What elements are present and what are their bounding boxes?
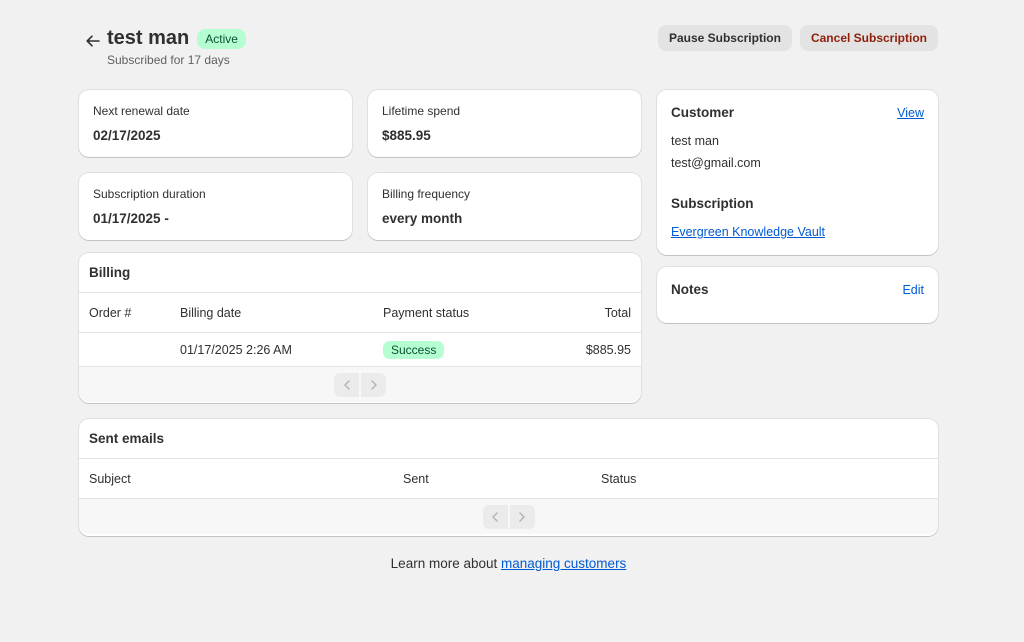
- duration-value: 01/17/2025 -: [93, 211, 169, 226]
- next-renewal-card: Next renewal date 02/17/2025: [79, 90, 352, 157]
- notes-header: Notes Edit: [671, 282, 924, 297]
- next-renewal-value: 02/17/2025: [93, 128, 161, 143]
- sent-emails-table-header: Subject Sent Status: [79, 458, 938, 498]
- notes-card: Notes Edit: [657, 267, 938, 323]
- status-badge: Active: [197, 28, 246, 49]
- duration-label: Subscription duration: [93, 187, 206, 201]
- arrow-left-icon: [86, 35, 100, 47]
- billing-table-header: Order # Billing date Payment status Tota…: [79, 292, 641, 332]
- sent-emails-card: Sent emails Subject Sent Status: [79, 419, 938, 536]
- table-row[interactable]: 01/17/2025 2:26 AM Success $885.95: [79, 332, 641, 366]
- next-page-button[interactable]: [361, 373, 386, 397]
- help-footer: Learn more about managing customers: [79, 556, 938, 571]
- customer-email: test@gmail.com: [671, 156, 761, 170]
- previous-page-button[interactable]: [482, 505, 508, 529]
- next-page-button[interactable]: [509, 505, 535, 529]
- sent-emails-pager: [482, 505, 535, 529]
- subscription-detail-page: test man Active Subscribed for 17 days P…: [79, 24, 938, 571]
- view-customer-link[interactable]: View: [897, 106, 924, 120]
- billing-title: Billing: [89, 265, 131, 280]
- frequency-value: every month: [382, 211, 463, 226]
- customer-name: test man: [671, 134, 719, 148]
- payment-status: Success: [383, 340, 445, 359]
- billing-frequency-card: Billing frequency every month: [368, 173, 641, 240]
- title-row: test man Active: [107, 27, 246, 50]
- column-sent: Sent: [403, 471, 429, 486]
- billing-pagination: [79, 366, 641, 402]
- subscription-title: Subscription: [671, 196, 754, 211]
- payment-status-badge: Success: [383, 340, 445, 359]
- sent-emails-header: Sent emails: [79, 419, 938, 458]
- edit-notes-button[interactable]: Edit: [902, 283, 924, 297]
- notes-title: Notes: [671, 282, 709, 297]
- page-title: test man: [107, 27, 190, 49]
- column-status: Status: [601, 471, 637, 486]
- column-total: Total: [604, 305, 631, 320]
- chevron-right-icon: [519, 512, 525, 522]
- billing-card: Billing Order # Billing date Payment sta…: [79, 253, 641, 403]
- previous-page-button[interactable]: [334, 373, 359, 397]
- footer-text: Learn more about: [390, 556, 501, 571]
- billing-pager: [334, 373, 386, 397]
- sent-emails-pagination: [79, 498, 938, 534]
- column-billing-date: Billing date: [180, 305, 242, 320]
- cancel-subscription-button[interactable]: Cancel Subscription: [799, 25, 938, 51]
- column-payment-status: Payment status: [383, 305, 470, 320]
- customer-card: Customer View test man test@gmail.com Su…: [657, 90, 938, 255]
- billing-header: Billing: [79, 253, 641, 292]
- subscription-product-link[interactable]: Evergreen Knowledge Vault: [671, 225, 825, 239]
- subscription-duration-card: Subscription duration 01/17/2025 -: [79, 173, 352, 240]
- sent-emails-title: Sent emails: [89, 431, 165, 446]
- frequency-label: Billing frequency: [382, 187, 471, 201]
- billing-date: 01/17/2025 2:26 AM: [180, 342, 292, 357]
- order-total: $885.95: [585, 342, 631, 357]
- column-order: Order #: [89, 305, 132, 320]
- header-actions: Pause Subscription Cancel Subscription: [657, 25, 938, 51]
- subscription-age: Subscribed for 17 days: [107, 53, 230, 67]
- lifetime-spend-card: Lifetime spend $885.95: [368, 90, 641, 157]
- lifetime-spend-label: Lifetime spend: [382, 104, 461, 118]
- managing-customers-link[interactable]: managing customers: [501, 556, 626, 571]
- customer-header: Customer View: [671, 105, 924, 120]
- chevron-left-icon: [492, 512, 498, 522]
- column-subject: Subject: [89, 471, 131, 486]
- pause-subscription-button[interactable]: Pause Subscription: [657, 25, 792, 51]
- chevron-right-icon: [370, 380, 377, 390]
- lifetime-spend-value: $885.95: [382, 128, 431, 143]
- page-header: test man Active Subscribed for 17 days P…: [79, 24, 938, 88]
- back-button[interactable]: [82, 30, 104, 52]
- chevron-left-icon: [343, 380, 350, 390]
- next-renewal-label: Next renewal date: [93, 104, 190, 118]
- customer-title: Customer: [671, 105, 735, 120]
